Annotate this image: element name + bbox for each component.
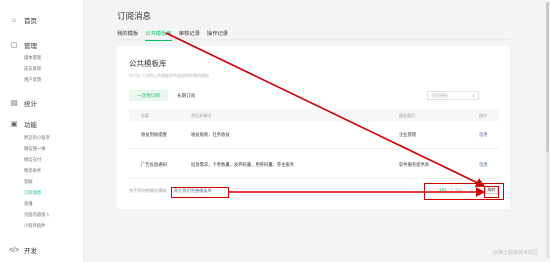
scrollbar-thumb[interactable] [546, 2, 549, 152]
watermark: @稀土掘金技术社区 [492, 250, 538, 256]
annotation-arrows [165, 32, 486, 197]
arrow-from-tab [165, 32, 486, 187]
